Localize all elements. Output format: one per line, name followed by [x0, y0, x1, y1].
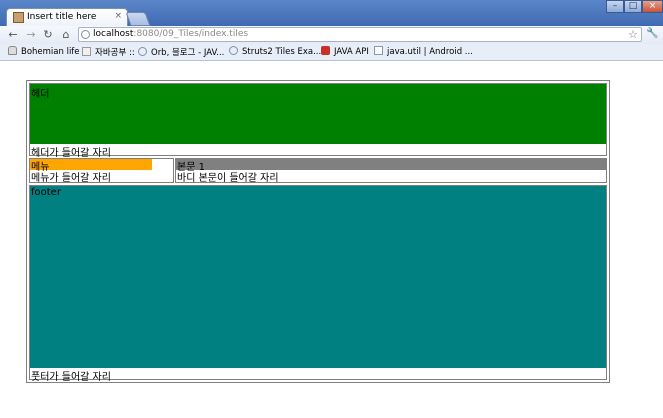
url-host: localhost	[93, 29, 134, 39]
pen-icon	[82, 47, 91, 56]
wrench-menu-icon[interactable]: 🔧	[646, 28, 658, 39]
footer-caption: 풋터가 들어갈 자리	[31, 372, 111, 383]
globe-icon	[229, 46, 238, 55]
header-block: 헤더	[30, 84, 606, 144]
bookmark-label: 자바공부 ::	[95, 48, 135, 58]
tiles-layout-table: 헤더 헤더가 들어갈 자리 메뉴 메뉴가 들어갈 자리 본문 1 바디 본문이 …	[26, 80, 610, 383]
tab-title: Insert title here	[27, 12, 97, 22]
bookmark-java-study[interactable]: 자바공부 ::	[82, 46, 135, 58]
footer-block: footer	[30, 186, 606, 368]
minimize-button[interactable]: –	[606, 0, 624, 13]
forward-arrow-icon[interactable]: →	[24, 28, 38, 42]
reload-icon[interactable]: ↻	[41, 28, 55, 42]
browser-tab[interactable]: Insert title here ×	[6, 8, 128, 27]
bookmark-orb-blog[interactable]: Orb, 블로그 - JAV...	[138, 46, 224, 58]
bookmark-star-icon[interactable]: ☆	[628, 28, 638, 41]
close-window-button[interactable]: ×	[642, 0, 663, 13]
bookmark-java-util-android[interactable]: java.util | Android ...	[374, 46, 473, 57]
bookmark-label: JAVA API	[334, 47, 369, 57]
java-icon	[321, 46, 330, 55]
title-bar: Insert title here × – □ ×	[0, 0, 663, 27]
bookmark-label: java.util | Android ...	[387, 47, 473, 57]
page-icon	[374, 46, 383, 55]
bookmark-label: Bohemian life ::	[21, 47, 88, 57]
url-text: localhost:8080/09_Tiles/index.tiles	[93, 29, 248, 39]
bookmark-label: Struts2 Tiles Exa...	[242, 47, 322, 57]
footer-cell: footer 풋터가 들어갈 자리	[29, 185, 607, 383]
new-tab-button[interactable]	[125, 12, 151, 26]
globe-icon	[138, 47, 147, 56]
home-icon[interactable]: ⌂	[59, 28, 73, 42]
menu-caption: 메뉴가 들어갈 자리	[31, 173, 111, 184]
bookmarks-bar: Bohemian life :: 자바공부 :: Orb, 블로그 - JAV.…	[0, 44, 663, 61]
address-bar[interactable]: localhost:8080/09_Tiles/index.tiles ☆	[78, 27, 642, 42]
header-caption: 헤더가 들어갈 자리	[31, 148, 111, 159]
back-arrow-icon[interactable]: ←	[6, 28, 20, 42]
maximize-button[interactable]: □	[624, 0, 642, 13]
header-title: 헤더	[31, 89, 50, 100]
page-favicon-icon	[13, 12, 24, 23]
page-info-icon[interactable]	[81, 30, 90, 39]
body-cell: 본문 1 바디 본문이 들어갈 자리	[175, 158, 607, 184]
menu-cell: 메뉴 메뉴가 들어갈 자리	[29, 158, 174, 184]
header-cell: 헤더 헤더가 들어갈 자리	[29, 83, 607, 159]
bookmark-label: Orb, 블로그 - JAV...	[151, 48, 225, 58]
body-caption: 바디 본문이 들어갈 자리	[177, 173, 279, 184]
bookmark-struts2-tiles[interactable]: Struts2 Tiles Exa...	[229, 46, 321, 57]
bell-icon	[8, 46, 17, 55]
tab-close-icon[interactable]: ×	[114, 11, 122, 21]
footer-title: footer	[31, 187, 61, 198]
bookmark-java-api[interactable]: JAVA API	[321, 46, 369, 57]
url-path: :8080/09_Tiles/index.tiles	[133, 29, 249, 39]
bookmark-bohemian-life[interactable]: Bohemian life ::	[8, 46, 88, 57]
navigation-toolbar: ← → ↻ ⌂ localhost:8080/09_Tiles/index.ti…	[0, 26, 663, 44]
